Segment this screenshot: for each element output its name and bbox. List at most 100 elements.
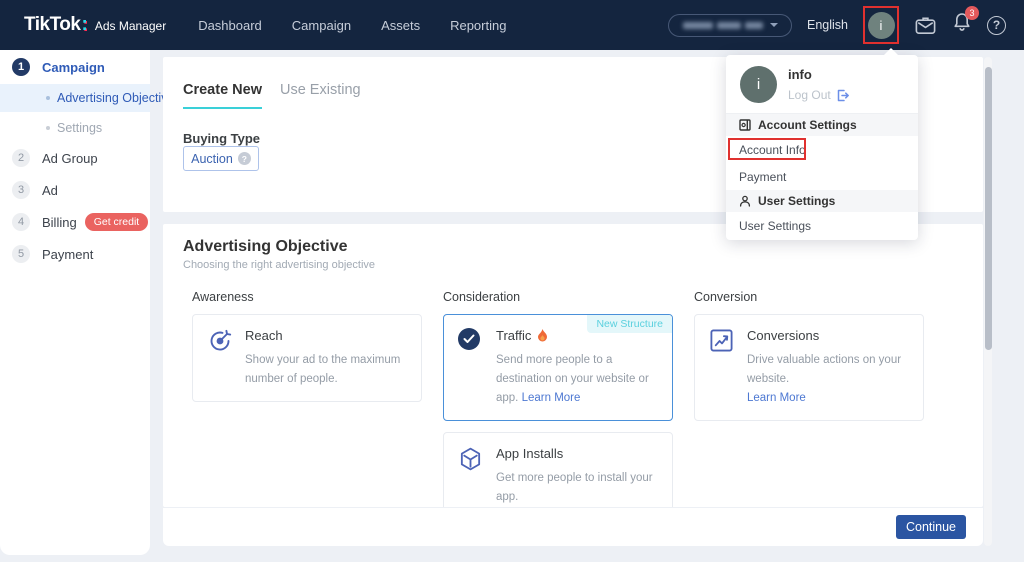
menu-item-label: User Settings: [739, 219, 812, 233]
account-settings-header: Account Settings: [726, 114, 918, 136]
user-settings-icon: [739, 195, 751, 207]
step-label: Ad Group: [42, 150, 98, 166]
nav-item-assets[interactable]: Assets: [381, 18, 420, 33]
logo-subtitle: Ads Manager: [94, 19, 167, 33]
fire-icon: [538, 329, 548, 342]
redacted-account-name: [744, 21, 763, 29]
card-description: Get more people to install your app.: [496, 471, 653, 503]
avatar[interactable]: i: [867, 11, 895, 39]
sidebar-step-ad-group[interactable]: 2 Ad Group: [0, 148, 150, 168]
sidebar-step-ad[interactable]: 3 Ad: [0, 180, 150, 200]
dropdown-caret: [883, 48, 899, 56]
card-title: App Installs: [496, 445, 564, 461]
objective-card-traffic[interactable]: New Structure Traffic Send more people t…: [443, 314, 673, 421]
learn-more-link[interactable]: Learn More: [522, 392, 581, 404]
logout-icon: [837, 89, 849, 101]
sidebar-item-advertising-objective[interactable]: Advertising Objective: [0, 84, 174, 112]
account-dropdown-menu: i info Log Out Account Settings Account …: [726, 48, 918, 240]
step-number: 2: [12, 149, 30, 167]
chevron-down-icon: [769, 23, 778, 27]
objective-card-conversions[interactable]: Conversions Drive valuable actions on yo…: [694, 314, 924, 421]
profile-name: info: [788, 67, 812, 82]
dropdown-profile-row: i info Log Out: [726, 55, 918, 114]
logo-colon-icon: :: [81, 14, 88, 35]
menu-item-user-settings[interactable]: User Settings: [726, 212, 918, 240]
card-title: Traffic: [496, 328, 532, 343]
user-settings-header: User Settings: [726, 190, 918, 212]
step-number: 4: [12, 213, 30, 231]
step-label: Campaign: [42, 59, 105, 75]
campaign-tabs: Create New Use Existing: [183, 82, 361, 109]
redacted-account-name: [682, 21, 713, 29]
logo-text: TikTok: [24, 14, 81, 35]
column-awareness: Awareness Reach Show your ad to the maxi…: [192, 290, 422, 507]
footer-bar: Continue: [163, 508, 983, 546]
learn-more-link[interactable]: Learn More: [747, 392, 806, 404]
sidebar-item-settings[interactable]: Settings: [0, 118, 150, 138]
section-header-label: Account Settings: [758, 118, 857, 132]
column-header: Consideration: [443, 290, 521, 304]
sidebar-step-campaign[interactable]: 1 Campaign: [0, 57, 150, 77]
card-description: Show your ad to the maximum number of pe…: [245, 354, 401, 385]
step-number: 5: [12, 245, 30, 263]
redacted-account-name: [716, 21, 741, 29]
objective-card-reach[interactable]: Reach Show your ad to the maximum number…: [192, 314, 422, 402]
buying-type-label: Buying Type: [183, 131, 261, 146]
top-navbar: TikTok : Ads Manager Dashboard Campaign …: [0, 0, 1024, 50]
steps-sidebar: 1 Campaign Advertising Objective Setting…: [0, 50, 174, 555]
conversions-chart-icon: [709, 328, 735, 408]
bullet-dot-icon: [46, 126, 50, 130]
language-selector[interactable]: English: [807, 18, 848, 32]
tiktok-logo: TikTok : Ads Manager: [24, 14, 166, 36]
inbox-icon[interactable]: [914, 15, 937, 36]
notifications-bell[interactable]: 3: [952, 6, 979, 38]
account-info-annotation-box: [728, 138, 806, 160]
objective-card-app-installs[interactable]: App Installs Get more people to install …: [443, 431, 673, 507]
get-credit-badge[interactable]: Get credit: [84, 213, 149, 231]
help-icon[interactable]: ?: [987, 15, 1006, 35]
section-subtitle: Choosing the right advertising objective: [183, 259, 376, 271]
step-label: Payment: [42, 246, 94, 262]
new-structure-badge: New Structure: [587, 315, 672, 333]
nav-item-dashboard[interactable]: Dashboard: [198, 18, 262, 33]
nav-item-campaign[interactable]: Campaign: [292, 18, 351, 33]
sidebar-step-payment[interactable]: 5 Payment: [0, 244, 150, 264]
avatar-annotation-box: i: [863, 6, 899, 44]
scrollbar-track[interactable]: [984, 57, 992, 546]
scrollbar-thumb[interactable]: [984, 67, 992, 350]
account-settings-icon: [739, 119, 751, 131]
advertising-objective-panel: Advertising Objective Choosing the right…: [163, 224, 983, 507]
sub-item-label: Settings: [57, 121, 103, 135]
column-conversion: Conversion Conversions Drive valuable ac…: [694, 290, 924, 507]
menu-item-payment[interactable]: Payment: [726, 164, 918, 190]
auction-label: Auction: [191, 151, 233, 166]
section-header-label: User Settings: [758, 194, 836, 208]
auction-button[interactable]: Auction ?: [183, 146, 259, 171]
logout-label: Log Out: [788, 88, 831, 102]
card-title: Reach: [245, 328, 283, 343]
selected-check-icon: [458, 328, 484, 408]
tab-use-existing[interactable]: Use Existing: [280, 82, 361, 109]
tab-create-new[interactable]: Create New: [183, 82, 262, 109]
menu-item-account-info[interactable]: Account Info: [726, 136, 918, 164]
step-number: 1: [12, 58, 30, 76]
step-number: 3: [12, 181, 30, 199]
notification-count-badge: 3: [965, 6, 979, 20]
section-title: Advertising Objective: [183, 238, 348, 255]
column-header: Awareness: [192, 290, 254, 304]
column-header: Conversion: [694, 290, 758, 304]
menu-item-label: Payment: [739, 170, 787, 184]
sidebar-step-billing[interactable]: 4 Billing Get credit: [0, 212, 150, 232]
account-selector[interactable]: [668, 13, 792, 37]
avatar: i: [740, 66, 777, 103]
logout-button[interactable]: Log Out: [788, 88, 849, 102]
info-tooltip-icon[interactable]: ?: [237, 152, 251, 165]
step-label: Billing: [42, 214, 77, 230]
sub-item-label: Advertising Objective: [57, 91, 175, 105]
nav-item-reporting[interactable]: Reporting: [450, 18, 506, 33]
step-label: Ad: [42, 182, 58, 198]
reach-target-icon: [207, 328, 233, 389]
column-consideration: Consideration New Structure Traffic Send…: [443, 290, 673, 507]
continue-button[interactable]: Continue: [896, 515, 966, 539]
app-installs-hexagon-icon: [458, 446, 484, 507]
